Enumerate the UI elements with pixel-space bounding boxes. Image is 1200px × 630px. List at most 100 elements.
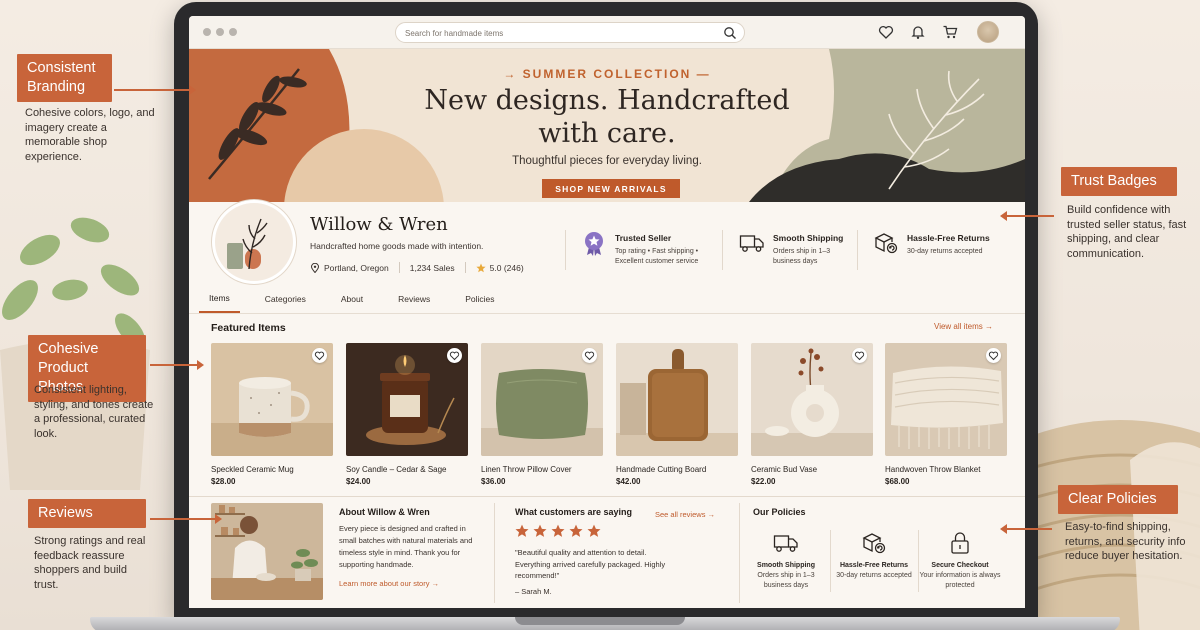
see-all-reviews-link[interactable]: See all reviews → — [655, 510, 715, 519]
shop-tabs: Items Categories About Reviews Policies — [199, 289, 530, 313]
section-divider — [189, 496, 1025, 497]
shop-name: Willow & Wren — [310, 214, 448, 235]
return-box-icon — [874, 233, 898, 254]
shop-logo — [212, 200, 296, 284]
product-image[interactable] — [346, 343, 468, 456]
truck-icon — [773, 535, 798, 552]
tab-categories[interactable]: Categories — [265, 289, 306, 313]
tab-items[interactable]: Items — [199, 289, 240, 313]
column-divider — [739, 503, 740, 603]
product-image[interactable] — [751, 343, 873, 456]
annotation-trust-title: Trust Badges — [1061, 167, 1177, 196]
product-price: $28.00 — [211, 477, 236, 486]
product-name[interactable]: Handmade Cutting Board — [616, 465, 738, 474]
product-card[interactable]: Speckled Ceramic Mug $28.00 — [211, 343, 333, 486]
annotation-arrow — [114, 85, 196, 95]
product-card[interactable]: Handmade Cutting Board $42.00 — [616, 343, 738, 486]
star-icon — [476, 263, 486, 272]
featured-title: Featured Items — [211, 322, 286, 334]
product-price: $68.00 — [885, 477, 910, 486]
policy-desc: Your information is always protected — [919, 572, 1001, 589]
hero-subtitle: Thoughtful pieces for everyday living. — [512, 155, 702, 167]
award-ribbon-icon — [585, 232, 603, 256]
heart-icon[interactable] — [878, 24, 894, 40]
annotation-arrow — [1000, 211, 1054, 221]
product-price: $42.00 — [616, 477, 641, 486]
annotation-trust-text: Build confidence with trusted seller sta… — [1067, 204, 1187, 260]
cart-icon[interactable] — [942, 24, 958, 40]
hassle-free-returns-badge: Hassle-Free Returns 30-day returns accep… — [873, 230, 1023, 272]
trusted-seller-badge: Trusted Seller Top rating • Fast shippin… — [581, 230, 731, 272]
shop-rating-count: (246) — [503, 262, 524, 273]
favorite-heart-icon[interactable] — [852, 348, 867, 363]
product-card[interactable]: Handwoven Throw Blanket $68.00 — [885, 343, 1007, 486]
view-all-items-link[interactable]: View all items → — [934, 322, 993, 331]
learn-more-link[interactable]: Learn more about our story → — [339, 579, 439, 588]
policy-desc: 30-day returns accepted — [836, 572, 912, 579]
review-quote: "Beautiful quality and attention to deta… — [515, 548, 666, 580]
badge-desc: Orders ship in 1–3 business days — [773, 248, 831, 265]
review-stars — [515, 524, 601, 538]
about-title: About Willow & Wren — [339, 507, 430, 517]
shop-new-arrivals-button[interactable]: SHOP NEW ARRIVALS — [542, 179, 680, 198]
product-image[interactable] — [616, 343, 738, 456]
laptop-notch — [515, 617, 685, 625]
window-dot[interactable] — [216, 28, 224, 36]
leaf-logo-icon — [227, 218, 268, 270]
window-dot[interactable] — [229, 28, 237, 36]
shop-location: Portland, Oregon — [324, 262, 389, 273]
shop-meta: Portland, Oregon 1,234 Sales 5.0 (246) — [310, 262, 524, 273]
product-image[interactable] — [885, 343, 1007, 456]
product-image[interactable] — [481, 343, 603, 456]
bell-icon[interactable] — [910, 24, 926, 40]
favorite-heart-icon[interactable] — [986, 348, 1001, 363]
browser-top-bar — [189, 16, 1025, 49]
favorite-heart-icon[interactable] — [312, 348, 327, 363]
hero-title: New designs. Handcrafted with care. — [424, 85, 790, 149]
favorite-heart-icon[interactable] — [582, 348, 597, 363]
badge-divider — [565, 230, 566, 270]
product-card[interactable]: Linen Throw Pillow Cover $36.00 — [481, 343, 603, 486]
hero-kicker-text: SUMMER COLLECTION — [522, 67, 692, 81]
annotation-arrow — [1000, 524, 1052, 534]
search-input[interactable] — [405, 26, 705, 40]
product-name[interactable]: Handwoven Throw Blanket — [885, 465, 1007, 474]
lock-icon — [951, 532, 969, 554]
product-name[interactable]: Speckled Ceramic Mug — [211, 465, 333, 474]
review-author: – Sarah M. — [515, 587, 552, 596]
policy-desc: Orders ship in 1–3 business days — [757, 572, 815, 589]
policy-returns: Hassle-Free Returns 30-day returns accep… — [832, 530, 916, 581]
window-dot[interactable] — [203, 28, 211, 36]
smooth-shipping-badge: Smooth Shipping Orders ship in 1–3 busin… — [739, 230, 889, 272]
badge-title: Trusted Seller — [615, 233, 672, 243]
favorite-heart-icon[interactable] — [447, 348, 462, 363]
product-name[interactable]: Ceramic Bud Vase — [751, 465, 873, 474]
tabs-divider — [189, 313, 1025, 314]
product-name[interactable]: Linen Throw Pillow Cover — [481, 465, 603, 474]
badge-divider — [857, 230, 858, 270]
annotation-reviews-title: Reviews — [28, 499, 146, 528]
hero-kicker: → SUMMER COLLECTION — — [189, 67, 1025, 81]
policy-title: Smooth Shipping — [757, 562, 815, 569]
meta-divider — [464, 262, 466, 273]
arrow-icon: → — [503, 67, 523, 81]
policy-shipping: Smooth Shipping Orders ship in 1–3 busin… — [744, 530, 828, 591]
star-icon — [515, 524, 529, 537]
product-card[interactable]: Ceramic Bud Vase $22.00 — [751, 343, 873, 486]
shop-sales: 1,234 Sales — [409, 262, 455, 273]
policies-title: Our Policies — [753, 507, 806, 517]
star-icon — [551, 524, 565, 537]
user-avatar[interactable] — [977, 21, 999, 43]
badge-desc: 30-day returns accepted — [907, 248, 983, 255]
meta-divider — [398, 262, 400, 273]
about-body: Every piece is designed and crafted in s… — [339, 524, 473, 569]
product-image[interactable] — [211, 343, 333, 456]
annotation-arrow — [150, 360, 204, 370]
product-name[interactable]: Soy Candle – Cedar & Sage — [346, 465, 468, 474]
tab-policies[interactable]: Policies — [465, 289, 494, 313]
search-icon[interactable] — [723, 26, 737, 40]
tab-reviews[interactable]: Reviews — [398, 289, 430, 313]
product-card[interactable]: Soy Candle – Cedar & Sage $24.00 — [346, 343, 468, 486]
annotation-arrow — [150, 514, 222, 524]
tab-about[interactable]: About — [341, 289, 363, 313]
